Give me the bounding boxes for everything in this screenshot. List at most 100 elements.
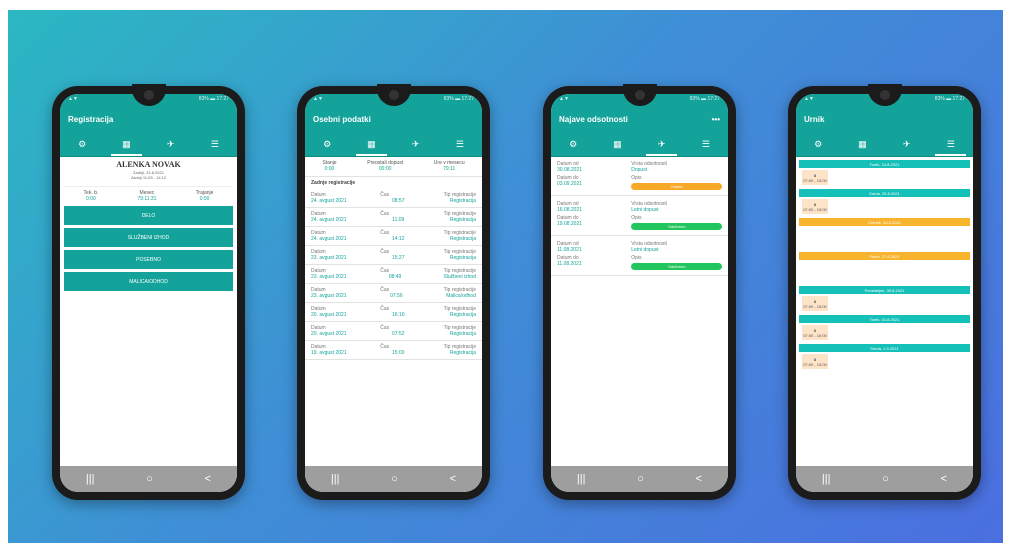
tab-calendar[interactable]: ▦ [104,132,148,156]
tab-absence[interactable]: ✈ [885,132,929,156]
calendar-icon: ▦ [122,138,131,149]
registration-row[interactable]: Datum Čas Tip registracije 24. avgust 2021 0… [305,189,482,208]
tab-calendar[interactable]: ▦ [840,132,884,156]
day-header[interactable]: Petek, 27.8.2021 [799,252,970,260]
day-header[interactable]: Četrtek, 26.8.2021 [799,218,970,226]
tab-absence[interactable]: ✈ [640,132,684,156]
shift-block[interactable]: 8 07:00 - 15:00 [802,354,828,369]
status-badge: Odobreno [631,263,722,270]
recent-apps-icon[interactable]: ||| [86,473,95,485]
summary-value: 0:00 [324,166,335,172]
special-button[interactable]: POSEBNO [64,250,233,269]
home-icon[interactable]: ○ [146,473,153,485]
tab-schedule[interactable]: ☰ [438,132,482,156]
calendar-icon: ▦ [613,138,622,149]
app-bar: Osebni podatki [305,106,482,132]
registration-row[interactable]: Datum Čas Tip registracije 19. avgust 2021 1… [305,341,482,360]
shift-block[interactable]: 8 07:00 - 15:00 [802,170,828,185]
absence-kind: Letni dopust [631,247,659,253]
tab-settings[interactable]: ⚙ [60,132,104,156]
day-header[interactable]: Torek, 31.8.2021 [799,315,970,323]
business-exit-button[interactable]: SLUŽBENI IZHOD [64,228,233,247]
status-badge: Odprto [631,183,722,190]
entry-type: Registracija [449,312,476,318]
registration-row[interactable]: Datum Čas Tip registracije 20. avgust 2021 0… [305,322,482,341]
recent-apps-icon[interactable]: ||| [822,473,831,485]
col-time-label: Čas [380,211,390,217]
note-label: Opis [631,175,642,181]
stat: Tek. b. 0:00 [84,190,99,202]
registration-row[interactable]: Datum Čas Tip registracije 23. avgust 2021 1… [305,246,482,265]
to-date: 03.09.2021 [557,181,583,187]
work-button[interactable]: DELO [64,206,233,225]
tab-calendar[interactable]: ▦ [595,132,639,156]
tab-schedule[interactable]: ☰ [684,132,728,156]
section-title: Zadnje registracije [311,180,356,186]
entry-time: 16:10 [391,312,405,318]
tab-settings[interactable]: ⚙ [796,132,840,156]
shift-time: 07:00 - 15:00 [803,303,827,309]
absence-row[interactable]: Datum od 30.08.2021 Datum do 03.09.2021 Vrst… [551,156,728,196]
tab-schedule[interactable]: ☰ [193,132,237,156]
recent-apps-icon[interactable]: ||| [331,473,340,485]
entry-date: 24. avgust 2021 [311,236,347,242]
day-header[interactable]: Sreda, 1.9.2021 [799,344,970,352]
tab-settings[interactable]: ⚙ [551,132,595,156]
stat-value: 79:11:31 [137,196,157,202]
tab-bar: ⚙ ▦ ✈ ☰ [551,132,728,157]
battery-clock: 83% ▬ 17:27 [198,96,229,102]
shift-block[interactable]: 8 07:00 - 15:00 [802,325,828,340]
shift-time: 07:00 - 15:00 [803,206,827,212]
screen: ▲▼ 83% ▬ 17:27 Registracija ⚙ ▦ ✈ ☰ ALEN… [60,94,237,492]
back-icon[interactable]: < [941,473,947,485]
tab-calendar[interactable]: ▦ [349,132,393,156]
absence-list: Datum od 30.08.2021 Datum do 03.09.2021 Vrst… [551,156,728,276]
entry-date: 20. avgust 2021 [311,331,347,337]
lunch-leave-button[interactable]: MALICA/ODHOD [64,272,233,291]
registration-row[interactable]: Datum Čas Tip registracije 20. avgust 2021 1… [305,303,482,322]
entry-type: Registracija [449,198,476,204]
back-icon[interactable]: < [696,473,702,485]
col-time-label: Čas [380,344,390,350]
tab-absence[interactable]: ✈ [394,132,438,156]
registration-row[interactable]: Datum Čas Tip registracije 23. avgust 2021 0… [305,265,482,284]
system-navbar: ||| ○ < [60,466,237,492]
shift-block[interactable]: 8 07:00 - 15:00 [802,296,828,311]
registration-row[interactable]: Datum Čas Tip registracije 24. avgust 2021 1… [305,208,482,227]
registration-row[interactable]: Datum Čas Tip registracije 24. avgust 2021 1… [305,227,482,246]
back-icon[interactable]: < [450,473,456,485]
gear-icon: ⚙ [569,138,578,149]
home-icon[interactable]: ○ [637,473,644,485]
recent-apps-icon[interactable]: ||| [577,473,586,485]
to-date: 11.08.2021 [557,261,582,267]
absence-row[interactable]: Datum od 16.08.2021 Datum do 19.08.2021 Vrst… [551,196,728,236]
screen: ▲▼ 83% ▬ 17:27 Najave odsotnosti ••• ⚙ ▦… [551,94,728,492]
entry-type: Službeni izhod [443,274,476,280]
registration-row[interactable]: Datum Čas Tip registracije 23. avgust 2021 0… [305,284,482,303]
summary-value: 79:11 [443,166,456,172]
tab-settings[interactable]: ⚙ [305,132,349,156]
summary-item: Stanje 0:00 [322,160,336,172]
note-label: Opis [631,215,642,221]
tab-absence[interactable]: ✈ [149,132,193,156]
from-date: 30.08.2021 [557,167,583,173]
back-icon[interactable]: < [205,473,211,485]
stat-value: 0:00 [86,196,96,202]
home-icon[interactable]: ○ [882,473,889,485]
absence-row[interactable]: Datum od 11.08.2021 Datum do 11.08.2021 Vrst… [551,236,728,276]
home-icon[interactable]: ○ [391,473,398,485]
tab-schedule[interactable]: ☰ [929,132,973,156]
more-menu-icon[interactable]: ••• [712,115,720,124]
shift-block[interactable]: 8 07:00 - 15:00 [802,199,828,214]
day-header[interactable]: Ponedeljek, 30.8.2021 [799,286,970,294]
gear-icon: ⚙ [323,138,332,149]
phone-osebni-podatki: ▲▼ 83% ▬ 17:27 Osebni podatki ⚙ ▦ ✈ ☰ St… [297,84,490,500]
summary-row: Stanje 0:00 Preostali dopust 00:00 Ure v m… [305,156,482,177]
day-header[interactable]: Torek, 24.8.2021 [799,160,970,168]
system-navbar: ||| ○ < [796,466,973,492]
page-title: Urnik [804,114,825,124]
schedule-list: Torek, 24.8.2021 8 07:00 - 15:00 Sreda, 25.… [796,160,973,369]
absence-kind: Dopust [631,167,648,173]
signal-icon: ▲▼ [804,96,814,102]
day-header[interactable]: Sreda, 25.8.2021 [799,189,970,197]
